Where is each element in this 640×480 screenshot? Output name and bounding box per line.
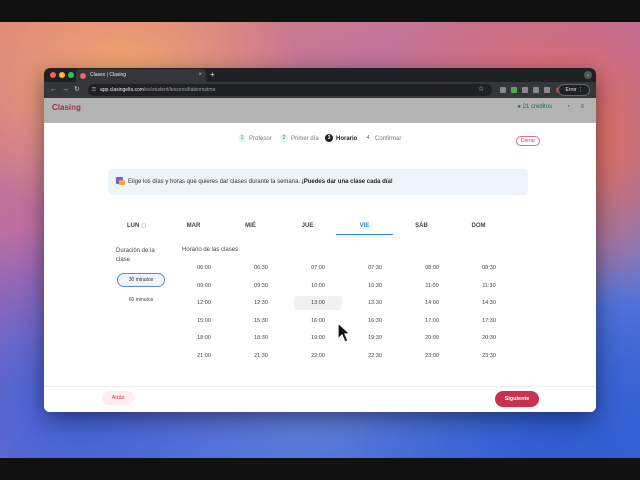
extension-icon[interactable]	[511, 87, 517, 93]
stepper: 1 Profesor 2 Primer día 3 Horario 4 Confirma…	[44, 133, 596, 145]
calendar-icon: ▢	[141, 223, 147, 229]
tab-title: Clases | Clasing	[90, 72, 127, 78]
time-slot[interactable]: 19:30	[351, 331, 399, 345]
time-slot[interactable]: 13:00	[294, 296, 342, 310]
step-confirmar: 4 Confirmar	[364, 133, 401, 145]
step-primer-dia: 2 Primer día	[280, 133, 319, 145]
day-tab-dom[interactable]: DOM	[450, 220, 507, 234]
new-tab-button[interactable]: +	[210, 68, 215, 81]
close-window-icon[interactable]	[50, 72, 56, 78]
extension-icon[interactable]	[500, 87, 506, 93]
address-bar[interactable]: ⚿ app.clasingelts.com/es/student/lessons…	[88, 84, 492, 96]
toolbar: ← → ↻ ⚿ app.clasingelts.com/es/student/l…	[44, 82, 596, 98]
close-button[interactable]: Cerrar	[516, 136, 540, 146]
back-button[interactable]: Atrás	[102, 391, 134, 405]
time-slot[interactable]: 09:30	[237, 279, 285, 293]
day-tab-sab[interactable]: SÁB	[393, 220, 450, 234]
time-slot[interactable]: 20:30	[465, 331, 513, 345]
time-slot[interactable]: 15:30	[237, 314, 285, 328]
time-slot[interactable]: 23:00	[408, 349, 456, 363]
time-slot[interactable]: 09:00	[180, 279, 228, 293]
info-text: Elige los días y horas que quieres dar c…	[128, 179, 302, 185]
step-profesor: 1 Profesor	[238, 133, 272, 145]
time-slot[interactable]: 16:30	[351, 314, 399, 328]
time-slot[interactable]: 22:00	[294, 349, 342, 363]
day-tab-mar[interactable]: MAR	[165, 220, 222, 234]
time-slot[interactable]: 23:30	[465, 349, 513, 363]
time-slot[interactable]: 22:30	[351, 349, 399, 363]
maximize-window-icon[interactable]	[68, 72, 74, 78]
time-slot[interactable]: 07:00	[294, 261, 342, 275]
time-slot[interactable]: 10:00	[294, 279, 342, 293]
time-slot[interactable]: 19:00	[294, 331, 342, 345]
time-slot[interactable]: 18:00	[180, 331, 228, 345]
reload-icon[interactable]: ↻	[74, 82, 80, 98]
day-tab-vie[interactable]: VIE	[336, 220, 393, 235]
time-slot[interactable]: 18:30	[237, 331, 285, 345]
time-slot[interactable]: 11:00	[408, 279, 456, 293]
weekday-tabs: LUN ▢ MAR MIÉ JUE VIE SÁB DOM	[108, 220, 568, 235]
duration-30-button[interactable]: 30 minutos	[117, 273, 165, 287]
sidebar-icon[interactable]	[544, 87, 550, 93]
time-slot[interactable]: 06:00	[180, 261, 228, 275]
error-button[interactable]: Error ⋮	[558, 84, 590, 96]
time-slot[interactable]: 15:00	[180, 314, 228, 328]
url-host: app.clasingelts.com	[100, 87, 144, 93]
time-slot[interactable]: 14:00	[408, 296, 456, 310]
time-slot[interactable]: 13:30	[351, 296, 399, 310]
tab-search-icon[interactable]: ⌄	[584, 71, 592, 79]
extension-icon[interactable]	[522, 87, 528, 93]
time-slot[interactable]: 17:00	[408, 314, 456, 328]
mouse-cursor-icon	[337, 322, 351, 343]
close-tab-icon[interactable]: ×	[198, 69, 202, 82]
duration-title: Duración de la clase	[116, 248, 155, 263]
next-button[interactable]: Siguiente	[495, 391, 539, 407]
time-slot-grid: 06:00 09:00 12:00 15:00 18:00 21:00 06:30 09:30…	[180, 261, 528, 371]
lock-icon: ⚿	[92, 87, 96, 93]
url-path: /es/student/lessons/ltabinmatme	[143, 87, 216, 93]
schedule-modal: 1 Profesor 2 Primer día 3 Horario 4 Confirma…	[44, 123, 596, 412]
day-tab-lun[interactable]: LUN ▢	[108, 220, 165, 234]
time-slot[interactable]: 07:30	[351, 261, 399, 275]
time-slot[interactable]: 12:00	[180, 296, 228, 310]
schedule-title: Horario de las clases	[182, 247, 239, 253]
time-slot[interactable]: 21:30	[237, 349, 285, 363]
day-tab-mie[interactable]: MIÉ	[222, 220, 279, 234]
step-horario: 3 Horario	[325, 133, 357, 145]
time-slot[interactable]: 06:30	[237, 261, 285, 275]
info-banner: Elige los días y horas que quieres dar c…	[108, 169, 528, 195]
time-slot[interactable]: 20:00	[408, 331, 456, 345]
star-icon[interactable]: ☆	[478, 82, 484, 98]
calendar-hand-icon	[116, 177, 125, 185]
page: Clasing ● 21 créditos ◔ ≡ 1 Profesor 2 Pri…	[44, 98, 596, 412]
puzzle-icon[interactable]	[533, 87, 539, 93]
time-slot[interactable]: 12:30	[237, 296, 285, 310]
time-slot[interactable]: 08:30	[465, 261, 513, 275]
duration-60-button[interactable]: 60 minutos	[117, 293, 165, 307]
time-slot[interactable]: 11:30	[465, 279, 513, 293]
error-label: Error	[565, 87, 577, 93]
forward-icon[interactable]: →	[62, 82, 69, 98]
tab-bar: Clases | Clasing × + ⌄	[44, 68, 596, 82]
info-bold: ¡Puedes dar una clase cada día!	[301, 179, 393, 185]
back-icon[interactable]: ←	[50, 82, 57, 98]
time-slot[interactable]: 16:00	[294, 314, 342, 328]
modal-footer: Atrás Siguiente	[44, 386, 596, 412]
time-slot[interactable]: 21:00	[180, 349, 228, 363]
minimize-window-icon[interactable]	[59, 72, 65, 78]
time-slot[interactable]: 17:30	[465, 314, 513, 328]
time-slot[interactable]: 08:00	[408, 261, 456, 275]
favicon-icon	[80, 73, 86, 79]
browser-window: Clases | Clasing × + ⌄ ← → ↻ ⚿ app.clasi…	[44, 68, 596, 412]
browser-tab[interactable]: Clases | Clasing ×	[76, 69, 206, 82]
time-slot[interactable]: 10:30	[351, 279, 399, 293]
time-slot[interactable]: 14:30	[465, 296, 513, 310]
day-tab-jue[interactable]: JUE	[279, 220, 336, 234]
